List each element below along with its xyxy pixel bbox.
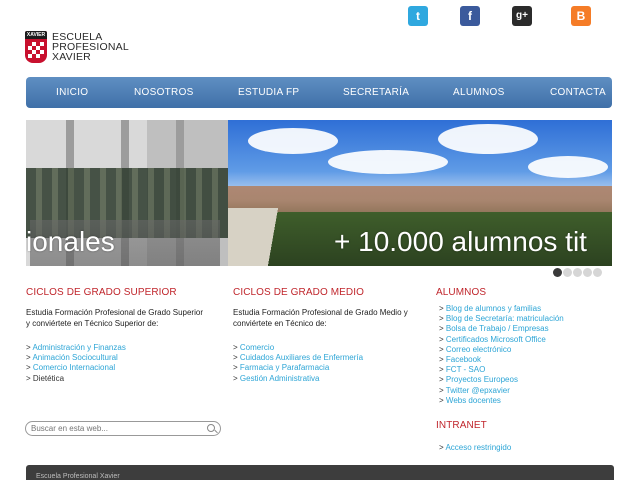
list-item[interactable]: > FCT - SAO [439,365,616,375]
list-item[interactable]: > Webs docentes [439,396,616,406]
logo-line-3: XAVIER [52,51,91,63]
slide-caption-left: ionales [26,226,115,257]
list-item[interactable]: > Proyectos Europeos [439,375,616,385]
school-crest-icon: XAVIER [25,31,47,63]
list-item[interactable]: > Animación Sociocultural [26,353,206,363]
cloud [328,150,448,174]
section-title: INTRANET [436,420,487,431]
cloud [528,156,608,178]
list-item[interactable]: > Farmacia y Parafarmacia [233,363,413,373]
nav-estudia-fp[interactable]: ESTUDIA FP [238,77,299,108]
cloud [438,124,538,154]
list-item[interactable]: > Correo electrónico [439,345,616,355]
logo-text: ESCUELA PROFESIONAL XAVIER [52,32,129,63]
footer: Escuela Profesional Xavier [26,465,614,480]
column-grado-superior: CICLOS DE GRADO SUPERIOR Estudia Formaci… [26,287,206,384]
nav-contacta[interactable]: CONTACTA [550,77,606,108]
list-item[interactable]: > Twitter @epxavier [439,386,616,396]
section-description: Estudia Formación Profesional de Grado S… [26,308,203,328]
slider-dot-2[interactable] [563,268,572,277]
social-links: t f g+ B [0,6,640,26]
list-item[interactable]: > Certificados Microsoft Office [439,335,616,345]
list-item[interactable]: > Facebook [439,355,616,365]
list-item[interactable]: > Gestión Administrativa [233,374,413,384]
section-description: Estudia Formación Profesional de Grado M… [233,308,408,328]
slider-dot-5[interactable] [593,268,602,277]
blogger-icon[interactable]: B [571,6,591,26]
section-title: ALUMNOS [436,287,487,298]
course-list: > Administración y Finanzas > Animación … [26,343,206,384]
facebook-icon[interactable]: f [460,6,480,26]
list-item[interactable]: > Administración y Finanzas [26,343,206,353]
nav-alumnos[interactable]: ALUMNOS [453,77,505,108]
slider-dot-4[interactable] [583,268,592,277]
hero-slider[interactable]: ionales + 10.000 alumnos tit [26,120,612,266]
bridge [228,208,318,266]
column-alumnos: ALUMNOS > Blog de alumnos y familias > B… [436,287,616,406]
course-list: > Comercio > Cuidados Auxiliares de Enfe… [233,343,413,384]
cloud [248,128,338,154]
google-plus-icon[interactable]: g+ [512,6,532,26]
list-item[interactable]: > Blog de Secretaría: matriculación [439,314,616,324]
intranet-links: > Acceso restringido [439,443,616,453]
list-item[interactable]: > Comercio [233,343,413,353]
crest-label: XAVIER [25,31,47,39]
crest-checker [28,42,44,58]
nav-nosotros[interactable]: NOSOTROS [134,77,194,108]
search-box [25,421,221,436]
column-grado-medio: CICLOS DE GRADO MEDIO Estudia Formación … [233,287,413,384]
slide-caption-right: + 10.000 alumnos tit [334,226,587,257]
section-title: CICLOS DE GRADO SUPERIOR [26,287,177,298]
list-item[interactable]: > Cuidados Auxiliares de Enfermería [233,353,413,363]
list-item[interactable]: > Comercio Internacional [26,363,206,373]
column-intranet: INTRANET > Acceso restringido [436,420,616,453]
student-links: > Blog de alumnos y familias > Blog de S… [439,304,616,406]
twitter-icon[interactable]: t [408,6,428,26]
nav-secretaria[interactable]: SECRETARÍA [343,77,409,108]
footer-text: Escuela Profesional Xavier [36,473,120,480]
search-icon[interactable] [207,424,215,432]
list-item[interactable]: > Bolsa de Trabajo / Empresas [439,324,616,334]
slider-dot-3[interactable] [573,268,582,277]
main-nav: INICIO NOSOTROS ESTUDIA FP SECRETARÍA AL… [26,77,612,108]
list-item[interactable]: > Blog de alumnos y familias [439,304,616,314]
search-input[interactable] [31,423,201,434]
list-item[interactable]: > Dietética [26,374,206,384]
section-title: CICLOS DE GRADO MEDIO [233,287,365,298]
list-item[interactable]: > Acceso restringido [439,443,616,453]
nav-inicio[interactable]: INICIO [56,77,88,108]
slider-dot-1[interactable] [553,268,562,277]
